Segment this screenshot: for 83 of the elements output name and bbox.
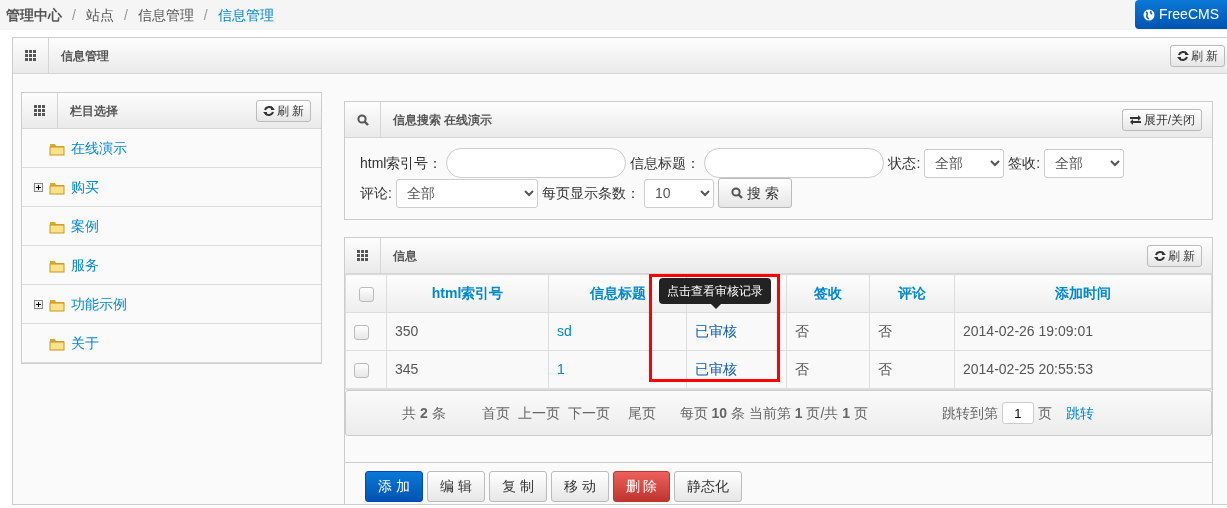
action-button[interactable]: 添 加 <box>365 471 423 502</box>
table-cell: 否 <box>878 361 892 377</box>
table-cell: 否 <box>795 361 809 377</box>
page-link[interactable]: 尾页 <box>627 402 656 424</box>
action-button[interactable]: 删 除 <box>612 471 671 502</box>
panel-title: 信息 <box>391 247 417 265</box>
table-cell: 2014-02-26 19:09:01 <box>963 323 1093 339</box>
page-link[interactable]: 首页 <box>481 402 510 424</box>
tree-item[interactable]: 在线演示 <box>22 129 321 168</box>
tooltip-arrow <box>711 304 721 309</box>
page-link[interactable]: 上一页 <box>517 402 560 424</box>
refresh-button[interactable]: 刷 新 <box>1169 44 1225 67</box>
total-count: 共 2 条 <box>402 403 446 423</box>
refresh-icon <box>1153 249 1166 262</box>
globe-icon <box>1143 8 1156 21</box>
action-button[interactable]: 复 制 <box>488 471 547 502</box>
breadcrumb-separator: / <box>123 5 128 25</box>
checkbox[interactable] <box>354 324 369 340</box>
grid-icon <box>25 50 36 61</box>
jump-link[interactable]: 跳转 <box>1065 402 1094 424</box>
table-link[interactable]: 已审核 <box>695 361 737 377</box>
table-link[interactable]: sd <box>557 323 572 339</box>
breadcrumb-separator: / <box>72 5 76 25</box>
action-button[interactable]: 静态化 <box>674 471 743 502</box>
panel-title: 信息搜索 在线演示 <box>391 111 493 129</box>
breadcrumb-separator: / <box>203 5 208 25</box>
column-header[interactable]: 添加时间 <box>1055 285 1111 301</box>
breadcrumb-link[interactable]: 站点 <box>85 4 114 26</box>
table-cell: 否 <box>878 323 892 339</box>
tree-item[interactable]: 购买 <box>22 168 321 207</box>
search-button[interactable]: 搜 索 <box>717 178 792 208</box>
swap-icon <box>1128 113 1142 126</box>
input-field[interactable] <box>704 148 885 178</box>
table-cell: 345 <box>395 361 419 377</box>
action-button[interactable]: 移 动 <box>550 471 609 502</box>
search-icon <box>356 113 369 126</box>
select-field[interactable]: 10 <box>643 178 714 208</box>
search-icon <box>730 187 743 199</box>
brand-button[interactable]: FreeCMS <box>1135 0 1227 29</box>
input-field[interactable] <box>446 148 627 178</box>
page-input[interactable]: 1 <box>1001 402 1034 424</box>
breadcrumb-link[interactable]: 信息管理 <box>137 4 194 26</box>
grid-icon <box>34 105 45 116</box>
tree-item[interactable]: 功能示例 <box>22 285 321 324</box>
table-link[interactable]: 已审核 <box>695 323 737 339</box>
tree-item[interactable]: 案例 <box>22 207 321 246</box>
column-header[interactable]: 信息标题 <box>589 285 646 301</box>
field-label: html索引号： <box>360 153 443 173</box>
select-field[interactable]: 全部 <box>395 178 538 208</box>
field-label: 评论: <box>360 183 392 203</box>
field-label: 每页显示条数： <box>541 183 640 203</box>
column-header[interactable]: 评论 <box>898 285 926 301</box>
tooltip: 点击查看审核记录 <box>659 278 771 304</box>
panel-title: 信息管理 <box>59 47 109 65</box>
field-label: 签收: <box>1008 153 1041 173</box>
grid-icon <box>357 250 368 261</box>
column-header[interactable]: 签收 <box>814 285 842 301</box>
table-cell: 2014-02-25 20:55:53 <box>963 361 1093 377</box>
field-label: 信息标题： <box>630 153 701 173</box>
jump-label: 跳转到第 <box>941 403 998 423</box>
checkbox[interactable] <box>354 362 369 378</box>
select-field[interactable]: 全部 <box>1044 148 1125 178</box>
select-field[interactable]: 全部 <box>924 148 1005 178</box>
field-label: 状态: <box>888 153 921 173</box>
page-link[interactable]: 下一页 <box>567 402 610 424</box>
column-header[interactable]: html索引号 <box>431 285 504 301</box>
table-link[interactable]: 1 <box>557 361 565 377</box>
tree-item[interactable]: 关于 <box>22 324 321 363</box>
table-cell: 否 <box>795 323 809 339</box>
refresh-icon <box>1176 49 1189 62</box>
panel-title: 栏目选择 <box>69 102 118 120</box>
breadcrumb-link[interactable]: 信息管理 <box>217 4 274 26</box>
action-button[interactable]: 编 辑 <box>426 471 485 502</box>
refresh-button[interactable]: 刷 新 <box>1146 244 1202 267</box>
tree-item[interactable]: 服务 <box>22 246 321 285</box>
refresh-icon <box>262 104 275 117</box>
breadcrumb-link[interactable]: 管理中心 <box>6 4 62 26</box>
checkbox[interactable] <box>358 286 374 302</box>
table-cell: 350 <box>395 323 419 339</box>
page-info: 每页 10 条 当前第 1 页/共 1 页 <box>679 403 868 423</box>
toggle-button[interactable]: 展开/关闭 <box>1121 108 1202 131</box>
refresh-button[interactable]: 刷 新 <box>255 99 311 122</box>
jump-unit: 页 <box>1037 403 1052 423</box>
